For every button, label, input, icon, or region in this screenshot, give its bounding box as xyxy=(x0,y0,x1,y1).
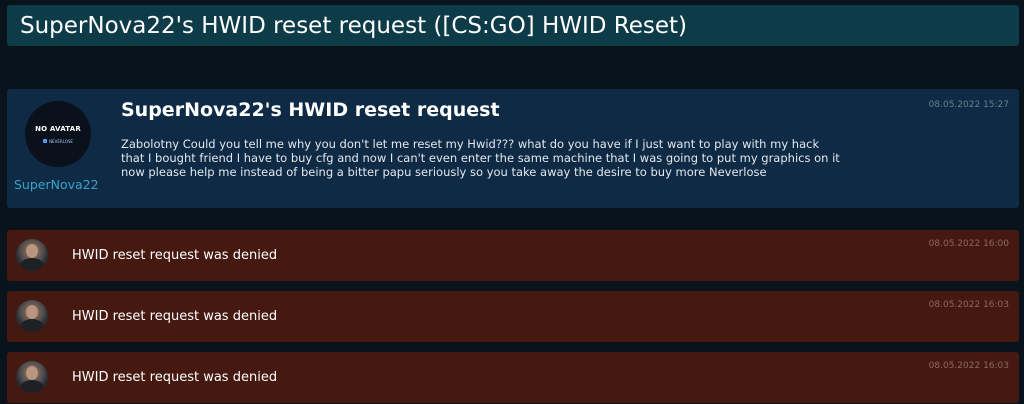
reply-message: HWID reset request was denied xyxy=(72,309,278,324)
avatar-head-shape xyxy=(26,366,38,380)
staff-avatar[interactable] xyxy=(16,300,48,332)
reply-timestamp: 08.05.2022 16:00 xyxy=(928,239,1009,249)
reply-message: HWID reset request was denied xyxy=(72,248,278,263)
author-block: NO AVATAR NEVERLOSE SuperNova22 xyxy=(14,101,99,192)
reply-timestamp: 08.05.2022 16:03 xyxy=(928,300,1009,310)
reply-message: HWID reset request was denied xyxy=(72,370,278,385)
request-post: NO AVATAR NEVERLOSE SuperNova22 SuperNov… xyxy=(7,89,1019,208)
author-username[interactable]: SuperNova22 xyxy=(14,177,99,192)
page-title: SuperNova22's HWID reset request ([CS:GO… xyxy=(20,12,688,39)
brand-logo: NEVERLOSE xyxy=(43,139,73,144)
avatar-body-shape xyxy=(20,258,44,271)
avatar-body-shape xyxy=(20,319,44,332)
reply-item: HWID reset request was denied 08.05.2022… xyxy=(7,230,1019,281)
post-title: SuperNova22's HWID reset request xyxy=(121,99,500,121)
avatar-head-shape xyxy=(26,305,38,319)
avatar-body-shape xyxy=(20,380,44,393)
reply-timestamp: 08.05.2022 16:03 xyxy=(928,361,1009,371)
page-header: SuperNova22's HWID reset request ([CS:GO… xyxy=(7,5,1019,46)
staff-avatar[interactable] xyxy=(16,361,48,393)
brand-icon xyxy=(43,139,48,143)
avatar[interactable]: NO AVATAR NEVERLOSE xyxy=(25,101,91,167)
reply-item: HWID reset request was denied 08.05.2022… xyxy=(7,352,1019,403)
post-body: Zabolotny Could you tell me why you don'… xyxy=(121,137,840,179)
avatar-placeholder-text: NO AVATAR xyxy=(35,124,81,133)
avatar-head-shape xyxy=(26,244,38,258)
staff-avatar[interactable] xyxy=(16,239,48,271)
reply-item: HWID reset request was denied 08.05.2022… xyxy=(7,291,1019,342)
post-timestamp: 08.05.2022 15:27 xyxy=(928,100,1009,110)
brand-text: NEVERLOSE xyxy=(49,138,73,144)
